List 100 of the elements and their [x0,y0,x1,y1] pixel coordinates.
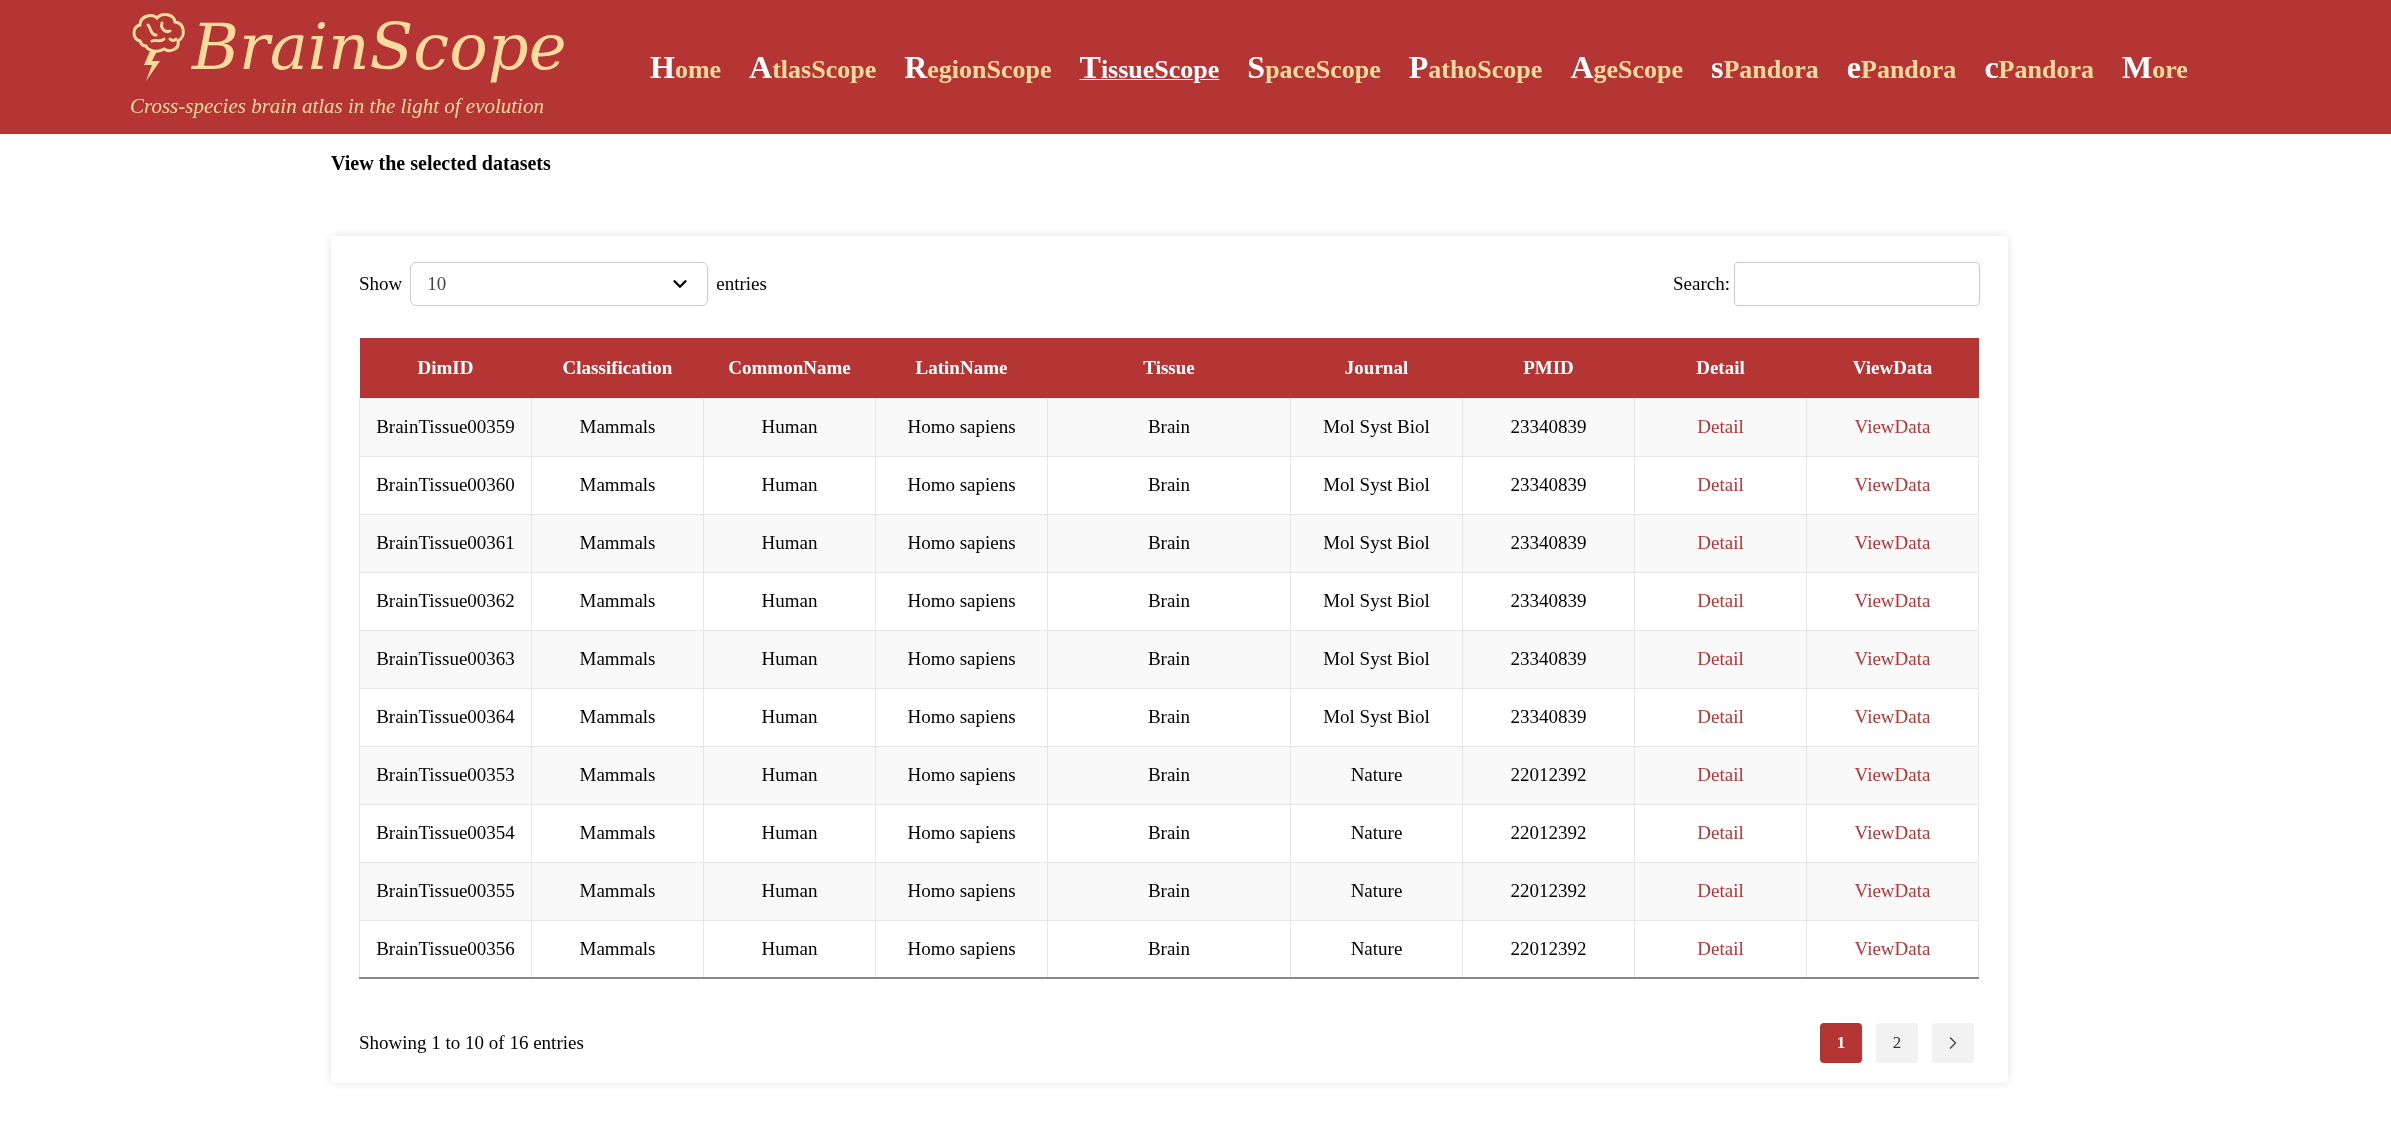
table-cell: Brain [1147,763,1191,785]
view-data-link[interactable]: ViewData [1854,763,1931,785]
table-cell: Mammals [579,705,656,727]
table-cell: 23340839 [1510,647,1587,669]
table-cell: 23340839 [1510,705,1587,727]
nav-link[interactable]: ePandora [1846,43,1957,91]
detail-link[interactable]: Detail [1697,415,1744,437]
column-header[interactable]: Detail [1634,338,1807,398]
page-title: View the selected datasets [331,151,551,176]
table-cell: Mammals [579,473,656,495]
table-cell: Nature [1350,763,1403,785]
view-data-link[interactable]: ViewData [1854,937,1931,959]
table-cell: Brain [1147,415,1191,437]
detail-link[interactable]: Detail [1697,763,1744,785]
table-cell: BrainTissue00364 [376,705,515,727]
table-cell: Mammals [579,647,656,669]
table-cell: Mammals [579,589,656,611]
table-cell: 22012392 [1510,763,1587,785]
table-cell: Homo sapiens [907,473,1016,495]
detail-link[interactable]: Detail [1697,531,1744,553]
detail-link[interactable]: Detail [1697,937,1744,959]
view-data-link[interactable]: ViewData [1854,879,1931,901]
detail-link[interactable]: Detail [1697,589,1744,611]
column-header[interactable]: Tissue [1047,338,1291,398]
table-cell: Brain [1147,821,1191,843]
table-cell: Homo sapiens [907,763,1016,785]
page-size-select[interactable]: 10 [410,262,709,306]
table-cell: BrainTissue00363 [376,647,515,669]
table-cell: Human [761,821,818,843]
table-cell: Human [761,473,818,495]
nav-link[interactable]: More [2121,43,2188,91]
table-cell: Homo sapiens [907,589,1016,611]
table-cell: Nature [1350,821,1403,843]
table-cell: BrainTissue00355 [376,879,515,901]
nav-link[interactable]: RegionScope [904,43,1052,91]
table-cell: BrainTissue00353 [376,763,515,785]
column-header[interactable]: PMID [1462,338,1635,398]
table-cell: Brain [1147,473,1191,495]
table-cell: BrainTissue00359 [376,415,515,437]
table-cell: BrainTissue00360 [376,473,515,495]
view-data-link[interactable]: ViewData [1854,647,1931,669]
nav-link[interactable]: AgeScope [1570,43,1684,91]
table-cell: Nature [1350,879,1403,901]
table-cell: Human [761,937,818,959]
show-label: Show [359,271,403,296]
table-cell: Brain [1147,647,1191,669]
search-label: Search: [1673,271,1730,296]
table-cell: Mammals [579,879,656,901]
column-header[interactable]: DimID [359,338,532,398]
nav-link[interactable]: cPandora [1984,43,2094,91]
view-data-link[interactable]: ViewData [1854,589,1931,611]
nav-link[interactable]: sPandora [1711,43,1819,91]
column-header[interactable]: Classification [531,338,704,398]
detail-link[interactable]: Detail [1697,879,1744,901]
view-data-link[interactable]: ViewData [1854,473,1931,495]
table-cell: Brain [1147,879,1191,901]
detail-link[interactable]: Detail [1697,473,1744,495]
table-cell: Mammals [579,531,656,553]
table-cell: Human [761,763,818,785]
next-page-button[interactable] [1932,1023,1974,1063]
table-cell: Mol Syst Biol [1323,589,1430,611]
table-cell: Mol Syst Biol [1323,647,1430,669]
view-data-link[interactable]: ViewData [1854,531,1931,553]
nav-link[interactable]: SpaceScope [1247,43,1381,91]
table-cell: BrainTissue00354 [376,821,515,843]
column-header[interactable]: CommonName [703,338,876,398]
table-cell: 22012392 [1510,937,1587,959]
entries-info: Showing 1 to 10 of 16 entries [359,1030,584,1055]
nav-link[interactable]: AtlasScope [749,43,877,91]
table-cell: BrainTissue00361 [376,531,515,553]
view-data-link[interactable]: ViewData [1854,705,1931,727]
table-cell: Mol Syst Biol [1323,415,1430,437]
table-cell: Mammals [579,763,656,785]
table-cell: 22012392 [1510,821,1587,843]
view-data-link[interactable]: ViewData [1854,415,1931,437]
detail-link[interactable]: Detail [1697,647,1744,669]
page-button[interactable]: 1 [1820,1023,1862,1063]
entries-label: entries [716,271,767,296]
table-cell: BrainTissue00356 [376,937,515,959]
table-cell: 23340839 [1510,589,1587,611]
column-header[interactable]: ViewData [1806,338,1979,398]
view-data-link[interactable]: ViewData [1854,821,1931,843]
detail-link[interactable]: Detail [1697,705,1744,727]
page-button[interactable]: 2 [1876,1023,1918,1063]
table-cell: Mol Syst Biol [1323,473,1430,495]
table-cell: Mammals [579,937,656,959]
table-cell: Brain [1147,589,1191,611]
column-header[interactable]: LatinName [875,338,1048,398]
table-cell: 22012392 [1510,879,1587,901]
table-cell: Homo sapiens [907,821,1016,843]
search-field[interactable] [1734,262,1980,306]
table-cell: Brain [1147,937,1191,959]
table-cell: Human [761,647,818,669]
table-cell: Human [761,589,818,611]
nav-link[interactable]: PathoScope [1408,43,1543,91]
detail-link[interactable]: Detail [1697,821,1744,843]
table-cell: Human [761,879,818,901]
nav-link[interactable]: Home [650,43,722,91]
nav-link[interactable]: TissueScope [1079,43,1220,91]
column-header[interactable]: Journal [1290,338,1463,398]
